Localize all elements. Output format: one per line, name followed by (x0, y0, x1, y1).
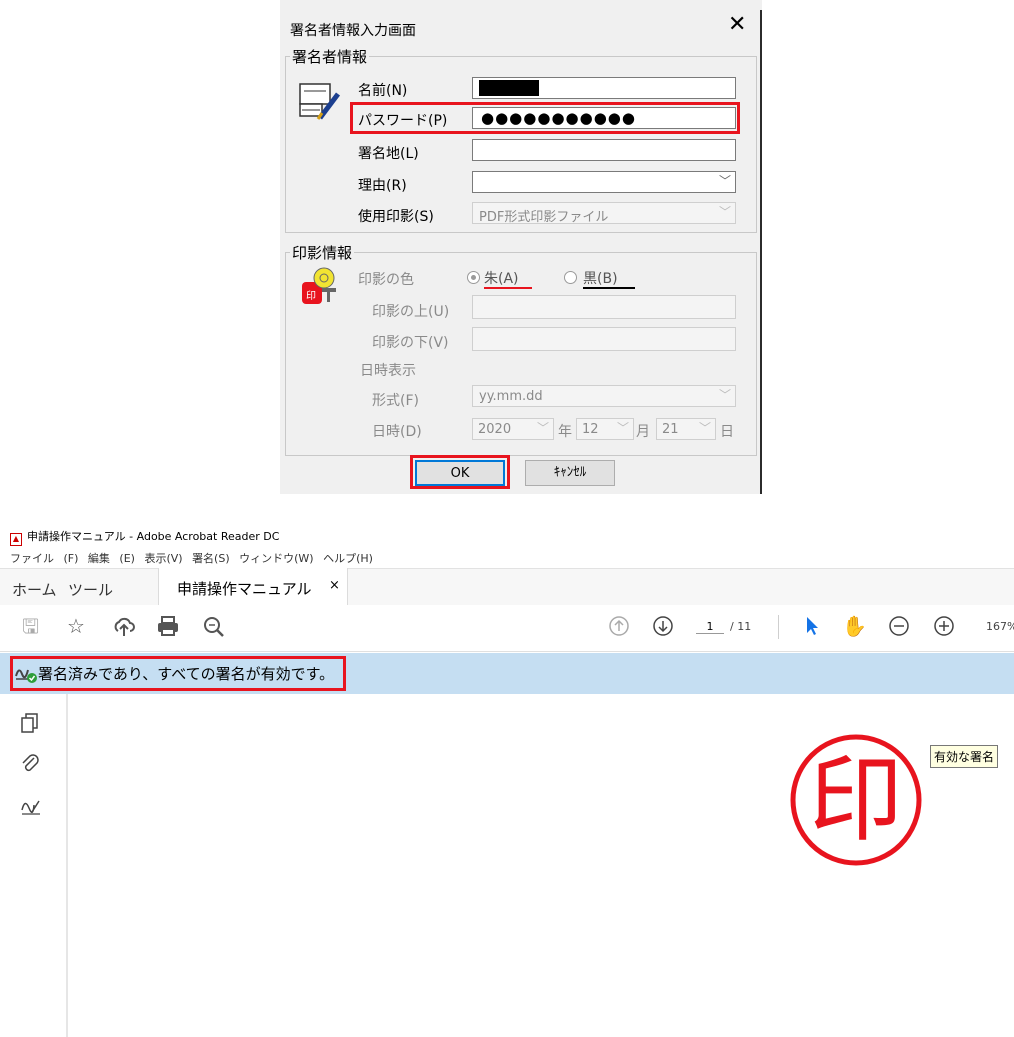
bookmark-star-icon[interactable]: ☆ (67, 615, 85, 637)
day-unit: 日 (720, 424, 734, 440)
reason-label: 理由(R) (358, 178, 407, 194)
sidebar-divider (66, 694, 68, 1037)
prev-page-icon[interactable] (608, 615, 630, 637)
stamp-bottom-field[interactable] (472, 327, 736, 351)
radio-black[interactable] (564, 271, 577, 284)
seal-stamp[interactable]: 印 (788, 732, 924, 868)
signature-panel-icon[interactable] (20, 796, 42, 818)
tab-document[interactable]: 申請操作マニュアル × (158, 568, 348, 606)
tab-home[interactable]: ホーム (12, 579, 57, 600)
close-icon[interactable]: ✕ (728, 14, 746, 36)
year-select-value: 2020 (478, 422, 512, 437)
format-label: 形式(F) (372, 393, 419, 409)
cancel-button[interactable]: ｷｬﾝｾﾙ (525, 460, 615, 486)
window-title: ▲ 申請操作マニュアル - Adobe Acrobat Reader DC (10, 528, 279, 546)
date-label: 日時(D) (372, 424, 422, 440)
format-select-value: yy.mm.dd (479, 389, 543, 404)
signer-info-legend: 署名者情報 (290, 46, 370, 67)
name-field[interactable] (472, 77, 736, 99)
datetime-display-label: 日時表示 (360, 363, 416, 379)
menu-view[interactable]: 表示(V) (144, 552, 182, 565)
seal-character: 印 (809, 746, 903, 855)
menu-file[interactable]: ファイル (F) (10, 552, 78, 565)
ok-highlight-box (410, 455, 510, 489)
signer-pen-icon (299, 83, 340, 120)
year-select[interactable]: 2020 ﹀ (472, 418, 554, 440)
stamp-label: 使用印影(S) (358, 209, 434, 225)
save-icon[interactable]: 🖫 (22, 615, 39, 637)
month-select-value: 12 (582, 422, 599, 437)
year-unit: 年 (558, 424, 572, 440)
name-label: 名前(N) (358, 83, 408, 99)
chevron-down-icon: ﹀ (616, 421, 629, 435)
chevron-down-icon: ﹀ (536, 421, 549, 435)
valid-signature-tooltip: 有効な署名 (930, 745, 999, 768)
stamp-select-value: PDF形式印影ファイル (479, 210, 609, 225)
day-select[interactable]: 21 ﹀ (656, 418, 716, 440)
signature-status-highlight-box (10, 656, 346, 691)
acrobat-window: ▲ 申請操作マニュアル - Adobe Acrobat Reader DC ファイ… (0, 522, 1014, 1037)
page-total: / 11 (730, 620, 752, 633)
tab-tools[interactable]: ツール (68, 579, 113, 600)
zoom-search-icon[interactable] (202, 615, 226, 637)
tab-bar: ホーム ツール 申請操作マニュアル × (0, 568, 1014, 607)
chevron-down-icon: ﹀ (718, 205, 731, 219)
stamp-info-legend: 印影情報 (290, 242, 355, 263)
stamp-color-label: 印影の色 (358, 272, 414, 288)
menu-window[interactable]: ウィンドウ(W) (239, 552, 313, 565)
stamp-top-field[interactable] (472, 295, 736, 319)
format-select[interactable]: yy.mm.dd ﹀ (472, 385, 736, 407)
attachment-icon[interactable] (20, 752, 40, 774)
stamp-bottom-label: 印影の下(V) (372, 335, 449, 351)
location-label: 署名地(L) (358, 146, 419, 162)
reason-select[interactable]: ﹀ (472, 171, 736, 193)
hand-tool-icon[interactable]: ✋ (842, 615, 867, 637)
cloud-upload-icon[interactable] (112, 615, 136, 637)
tab-document-label: 申請操作マニュアル (177, 580, 312, 598)
chevron-down-icon: ﹀ (718, 174, 731, 188)
window-edge (760, 10, 762, 494)
day-select-value: 21 (662, 422, 679, 437)
radio-red-label: 朱(A) (484, 271, 519, 287)
print-icon[interactable] (156, 615, 180, 637)
redacted-name (479, 80, 539, 96)
zoom-out-icon[interactable] (888, 615, 910, 637)
radio-red[interactable] (467, 271, 480, 284)
left-sidebar (0, 694, 68, 1037)
tab-close-icon[interactable]: × (329, 578, 340, 593)
red-underline (484, 287, 532, 289)
signer-info-dialog: 署名者情報入力画面 ✕ 署名者情報 名前(N) パスワード(P) ●●●●●●●… (280, 0, 762, 494)
svg-text:印: 印 (306, 290, 316, 302)
stamp-icon: 印 (302, 267, 336, 304)
chevron-down-icon: ﹀ (698, 421, 711, 435)
select-cursor-icon[interactable] (804, 615, 820, 637)
stamp-top-label: 印影の上(U) (372, 304, 450, 320)
month-select[interactable]: 12 ﹀ (576, 418, 634, 440)
menu-sign[interactable]: 署名(S) (192, 552, 230, 565)
menu-help[interactable]: ヘルプ(H) (323, 552, 373, 565)
chevron-down-icon: ﹀ (718, 388, 731, 402)
next-page-icon[interactable] (652, 615, 674, 637)
menu-bar: ファイル (F) 編集 (E) 表示(V) 署名(S) ウィンドウ(W) ヘルプ… (10, 550, 373, 566)
location-field[interactable] (472, 139, 736, 161)
zoom-in-icon[interactable] (933, 615, 955, 637)
pdf-app-icon: ▲ (10, 533, 22, 546)
month-unit: 月 (636, 424, 650, 440)
toolbar: 🖫 ☆ 1 / 11 ✋ 167 (0, 605, 1014, 652)
stamp-select[interactable]: PDF形式印影ファイル ﹀ (472, 202, 736, 225)
pages-icon[interactable] (20, 712, 40, 734)
zoom-level[interactable]: 167% (986, 620, 1014, 633)
window-title-text: 申請操作マニュアル - Adobe Acrobat Reader DC (27, 530, 280, 543)
menu-edit[interactable]: 編集 (E) (88, 552, 135, 565)
password-highlight-box (350, 102, 740, 134)
signature-status-bar: 署名済みであり、すべての署名が有効です。 (0, 653, 1014, 694)
toolbar-separator (778, 615, 779, 639)
radio-black-label: 黒(B) (583, 271, 618, 287)
dialog-title: 署名者情報入力画面 (290, 23, 416, 39)
black-underline (583, 287, 635, 289)
page-number-input[interactable]: 1 (696, 620, 724, 634)
